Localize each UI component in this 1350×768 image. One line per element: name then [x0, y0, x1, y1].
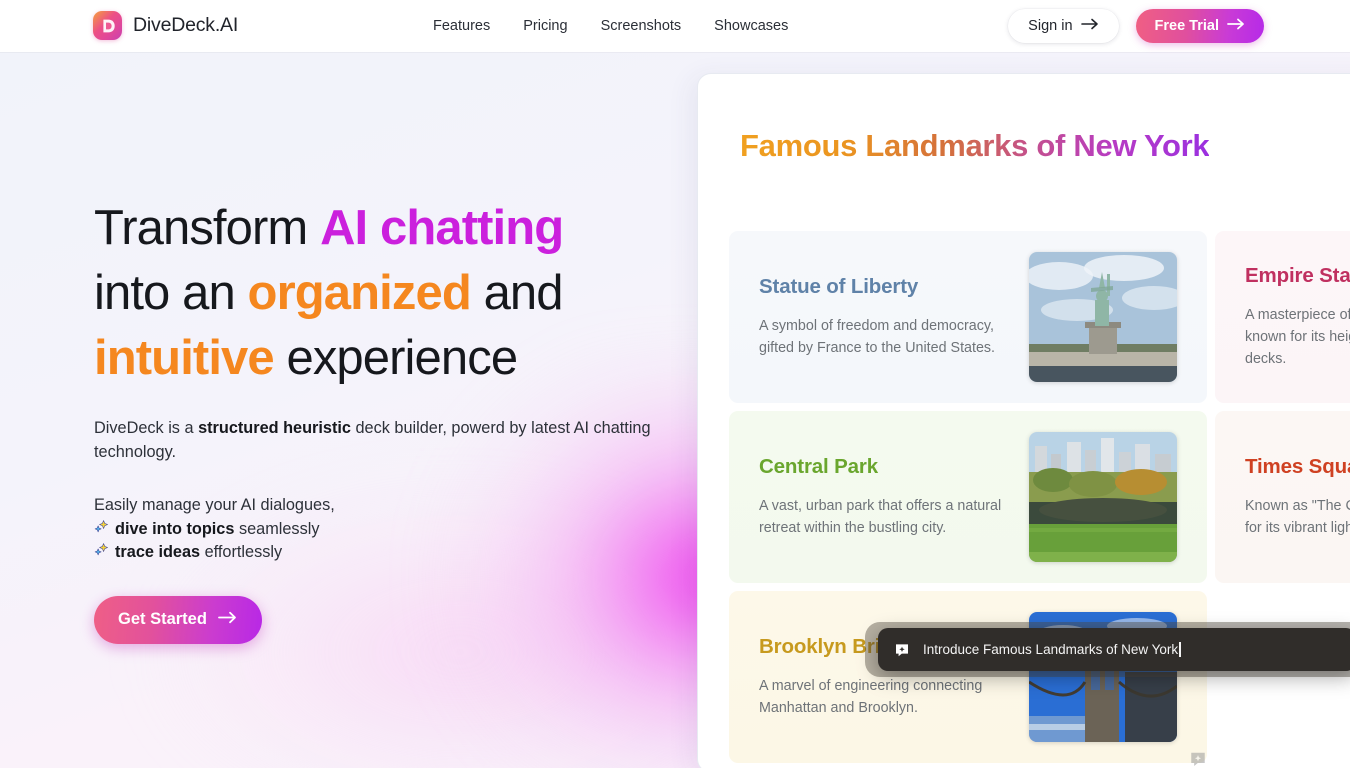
headline-line1-plain: Transform — [94, 201, 321, 255]
bullet-rest-1: seamlessly — [234, 519, 320, 538]
deck-card-title: Statue of Liberty — [759, 275, 919, 298]
prompt-input-bar[interactable]: Introduce Famous Landmarks of New York — [878, 628, 1350, 671]
page-root: DiveDeck.AI Features Pricing Screenshots… — [0, 0, 1350, 768]
nav-links: Features Pricing Screenshots Showcases — [433, 0, 788, 52]
list-item: dive into topics seamlessly — [94, 518, 674, 542]
brand[interactable]: DiveDeck.AI — [93, 11, 238, 40]
list-item-text: dive into topics seamlessly — [115, 518, 319, 542]
hero-subtext-a: DiveDeck is a — [94, 419, 199, 437]
headline-accent-ai-chatting: AI chatting — [320, 201, 564, 255]
sign-in-button[interactable]: Sign in — [1008, 9, 1119, 43]
deck-card-brooklyn-bridge[interactable]: Brooklyn Bridge A marvel of engineering … — [729, 591, 1207, 763]
bullet-rest-2: effortlessly — [200, 543, 283, 561]
hero-left-column: Transform AI chatting into an organized … — [94, 196, 674, 644]
deck-card-desc: A vast, urban park that offers a natural… — [759, 498, 1002, 536]
free-trial-button[interactable]: Free Trial — [1135, 9, 1264, 43]
headline-accent-intuitive: intuitive — [94, 331, 275, 385]
chat-bubble-icon — [894, 642, 910, 658]
arrow-right-icon — [218, 610, 238, 629]
headline-accent-organized: organized — [247, 266, 472, 320]
list-item-text: trace ideas effortlessly — [115, 541, 282, 565]
deck-card-desc: A masterpiece of Art Deco architecture, … — [1245, 307, 1350, 367]
prompt-text: Introduce Famous Landmarks of New York — [923, 642, 1181, 657]
prompt-value: Introduce Famous Landmarks of New York — [923, 642, 1179, 657]
headline-line3-tail: experience — [273, 331, 518, 385]
deck-card-empire-state-building[interactable]: Empire State Building A masterpiece of A… — [1215, 231, 1350, 403]
hero-headline: Transform AI chatting into an organized … — [94, 196, 674, 391]
list-item: trace ideas effortlessly — [94, 541, 674, 565]
deck-card-desc: Known as "The Crossroads of the World" f… — [1245, 498, 1350, 536]
free-trial-label: Free Trial — [1154, 18, 1219, 34]
deck-card-row: Brooklyn Bridge A marvel of engineering … — [729, 591, 1350, 763]
central-park-photo — [1029, 432, 1177, 562]
deck-card-body: Times Square Known as "The Crossroads of… — [1215, 455, 1350, 539]
deck-card-row: Statue of Liberty A symbol of freedom an… — [729, 231, 1350, 403]
nav-link-pricing[interactable]: Pricing — [523, 18, 567, 34]
deck-card-grid: Statue of Liberty A symbol of freedom an… — [729, 231, 1350, 766]
bullet-bold-1: dive into topics — [115, 519, 235, 538]
statue-of-liberty-photo — [1029, 252, 1177, 382]
arrow-right-icon — [1080, 18, 1099, 34]
deck-title: Famous Landmarks of New York — [740, 128, 1210, 163]
hero-subtext: DiveDeck is a structured heuristic deck … — [94, 416, 654, 464]
nav-actions: Sign in Free Trial — [1008, 9, 1264, 43]
headline-line2-tail: and — [470, 266, 564, 320]
deck-card-central-park[interactable]: Central Park A vast, urban park that off… — [729, 411, 1207, 583]
sparkles-icon — [94, 518, 109, 542]
floating-chat-bubble-icon[interactable] — [1189, 750, 1207, 768]
hero-bullets-intro: Easily manage your AI dialogues, — [94, 496, 335, 514]
get-started-label: Get Started — [118, 610, 207, 628]
get-started-button[interactable]: Get Started — [94, 595, 262, 644]
sparkles-icon — [94, 541, 109, 565]
deck-card-desc: A symbol of freedom and democracy, gifte… — [759, 318, 996, 356]
nav-link-showcases[interactable]: Showcases — [714, 18, 788, 34]
top-navbar: DiveDeck.AI Features Pricing Screenshots… — [0, 0, 1350, 52]
deck-card-title: Empire State Building — [1245, 264, 1350, 287]
deck-card-times-square[interactable]: Times Square Known as "The Crossroads of… — [1215, 411, 1350, 583]
text-caret — [1179, 642, 1181, 657]
sign-in-label: Sign in — [1028, 18, 1073, 34]
deck-card-statue-of-liberty[interactable]: Statue of Liberty A symbol of freedom an… — [729, 231, 1207, 403]
headline-line2-plain: into an — [94, 266, 248, 320]
nav-link-features[interactable]: Features — [433, 18, 490, 34]
hero-subtext-bold: structured heuristic — [198, 419, 351, 437]
divedeck-logo-icon — [93, 11, 122, 40]
deck-card-body: Central Park A vast, urban park that off… — [729, 455, 1029, 539]
deck-card-desc: A marvel of engineering connecting Manha… — [759, 678, 983, 716]
brand-name: DiveDeck.AI — [133, 14, 239, 36]
deck-card-body: Empire State Building A masterpiece of A… — [1215, 264, 1350, 370]
deck-card-body: Statue of Liberty A symbol of freedom an… — [729, 275, 1029, 359]
bullet-bold-2: trace ideas — [115, 543, 201, 561]
deck-card-row: Central Park A vast, urban park that off… — [729, 411, 1350, 583]
arrow-right-icon — [1227, 18, 1245, 34]
deck-card-title: Central Park — [759, 455, 878, 478]
deck-card-title: Times Square — [1245, 455, 1350, 478]
nav-link-screenshots[interactable]: Screenshots — [601, 18, 682, 34]
hero-bullets: Easily manage your AI dialogues, dive in… — [94, 494, 674, 565]
